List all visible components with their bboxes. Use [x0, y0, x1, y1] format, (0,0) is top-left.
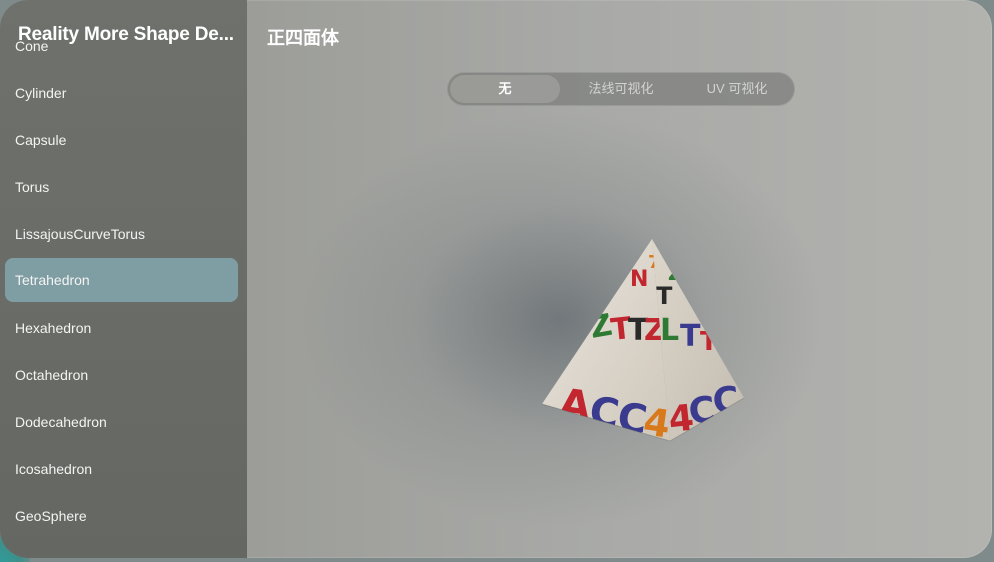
sidebar-item-cylinder[interactable]: Cylinder — [5, 70, 238, 117]
visualization-segmented-control: 无 法线可视化 UV 可视化 — [447, 72, 795, 106]
app-window: Reality More Shape De... Cone Cylinder C… — [0, 0, 992, 558]
svg-text:T: T — [656, 282, 673, 310]
svg-text:Z: Z — [668, 261, 683, 285]
svg-text:L: L — [660, 313, 679, 348]
3d-viewport[interactable]: A C C 4 Z T T Z 7 N 7 4 C C L T T T Z — [500, 220, 780, 460]
segment-none[interactable]: 无 — [450, 75, 560, 103]
svg-text:C: C — [587, 388, 622, 438]
sidebar-item-cone[interactable]: Cone — [5, 23, 238, 70]
tetrahedron-model: A C C 4 Z T T Z 7 N 7 4 C C L T T T Z — [541, 239, 745, 442]
sidebar-item-dodecahedron[interactable]: Dodecahedron — [5, 399, 238, 446]
page-title: 正四面体 — [267, 28, 339, 48]
svg-text:N: N — [630, 267, 648, 292]
shape-list: Cone Cylinder Capsule Torus LissajousCur… — [0, 38, 247, 540]
svg-text:A: A — [557, 380, 594, 430]
svg-text:T: T — [680, 319, 701, 354]
sidebar-item-torus[interactable]: Torus — [5, 164, 238, 211]
svg-text:7: 7 — [582, 295, 600, 325]
sidebar-item-hexahedron[interactable]: Hexahedron — [5, 305, 238, 352]
segment-uv-visualization[interactable]: UV 可视化 — [682, 75, 792, 103]
segment-normal-visualization[interactable]: 法线可视化 — [560, 75, 682, 103]
sidebar-item-geosphere[interactable]: GeoSphere — [5, 493, 238, 540]
sidebar-item-tetrahedron[interactable]: Tetrahedron — [5, 258, 238, 302]
svg-text:C: C — [711, 379, 742, 423]
sidebar-item-icosahedron[interactable]: Icosahedron — [5, 446, 238, 493]
sidebar-item-lissajouscurvetorus[interactable]: LissajousCurveTorus — [5, 211, 238, 258]
sidebar-item-octahedron[interactable]: Octahedron — [5, 352, 238, 399]
sidebar-item-capsule[interactable]: Capsule — [5, 117, 238, 164]
sidebar: Reality More Shape De... Cone Cylinder C… — [0, 0, 247, 558]
svg-text:T: T — [700, 327, 718, 357]
